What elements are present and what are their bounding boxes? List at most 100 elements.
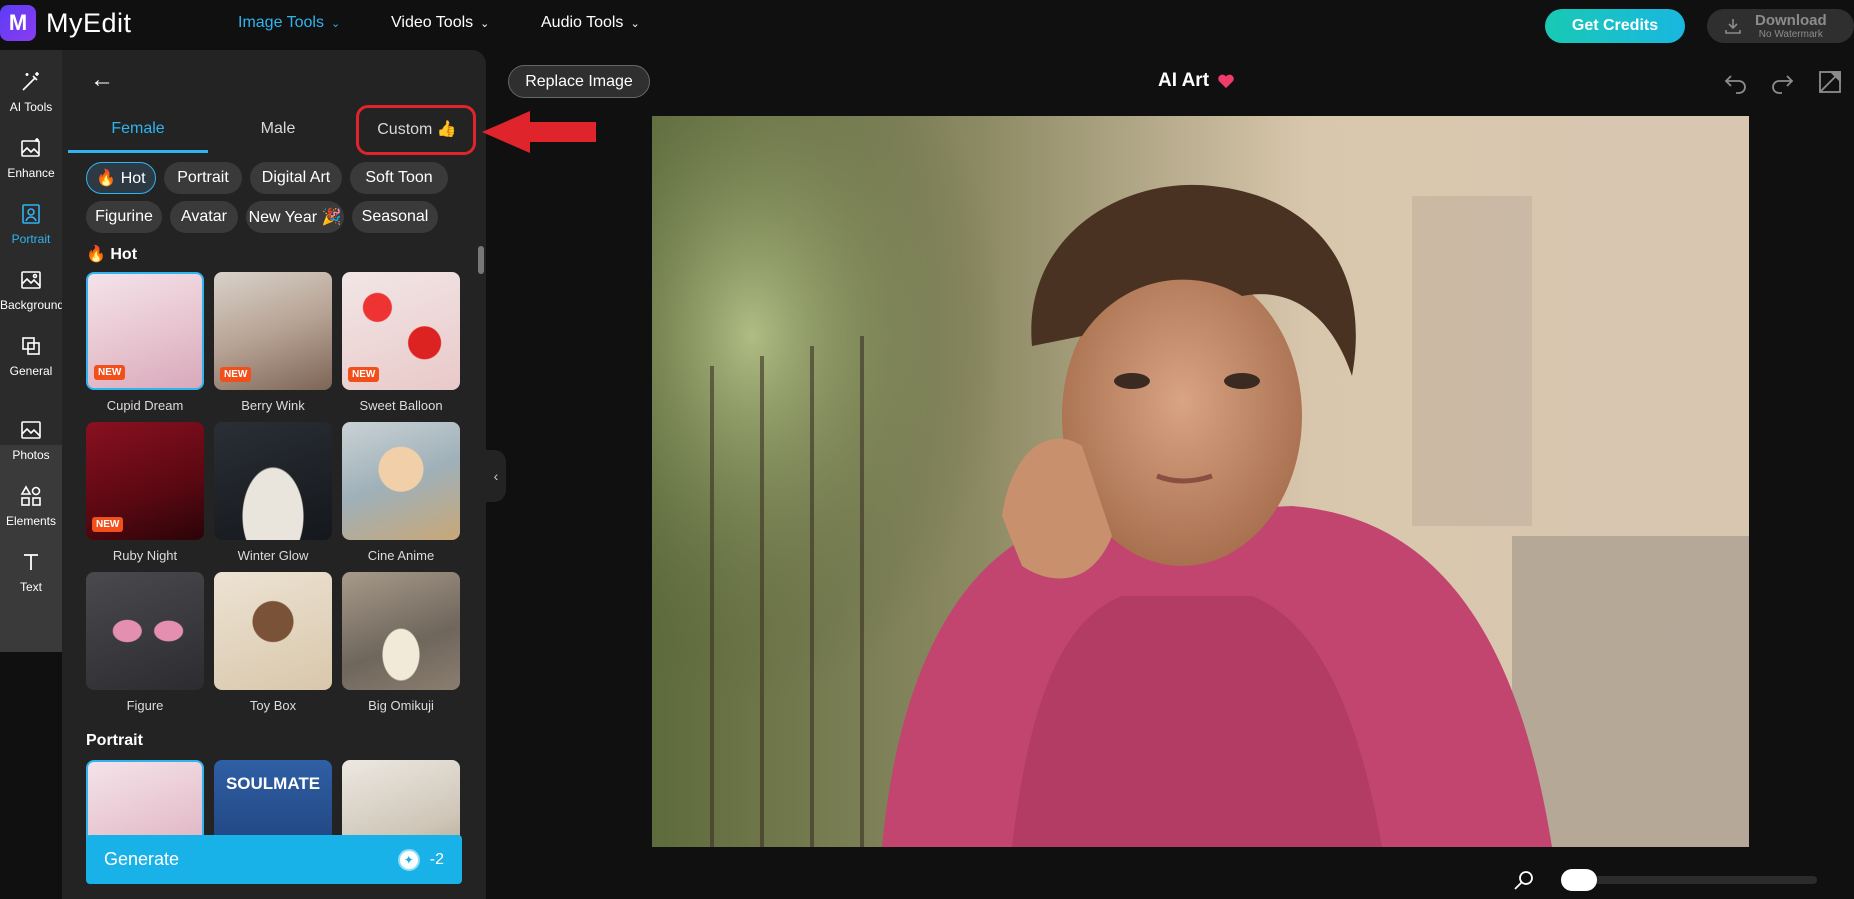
chip-avatar[interactable]: Avatar: [170, 201, 238, 233]
style-thumbnail: NEW: [86, 272, 204, 390]
tool-background-label: Background: [0, 298, 65, 312]
style-card[interactable]: Cine Anime: [342, 422, 460, 563]
tool-elements-label: Elements: [5, 514, 57, 528]
style-card[interactable]: Winter Glow: [214, 422, 332, 563]
style-label: Ruby Night: [112, 548, 178, 563]
logo-mark: M: [0, 5, 36, 41]
toolbar-editor-group: [0, 445, 62, 652]
style-thumbnail: [214, 422, 332, 540]
style-thumbnail: [342, 422, 460, 540]
style-thumbnail: [86, 572, 204, 690]
tool-text[interactable]: Text: [0, 550, 62, 594]
chip-figurine[interactable]: Figurine: [86, 201, 162, 233]
tool-photos[interactable]: Photos: [0, 418, 62, 462]
style-thumbnail: NEW: [214, 272, 332, 390]
download-sublabel: No Watermark: [1758, 28, 1823, 40]
tool-text-label: Text: [19, 580, 42, 594]
magic-wand-icon: [22, 72, 39, 91]
get-credits-button[interactable]: Get Credits: [1545, 9, 1685, 43]
tab-female[interactable]: Female: [68, 104, 208, 154]
nav-video-tools-label: Video Tools: [391, 14, 474, 31]
section-title-hot: 🔥 Hot: [86, 246, 138, 263]
style-card[interactable]: Figure: [86, 572, 204, 713]
heart-arrow-icon: [1218, 74, 1234, 89]
chevron-left-icon: ‹: [493, 468, 499, 484]
app-logo[interactable]: M MyEdit: [0, 5, 132, 41]
tool-ai-tools[interactable]: AI Tools: [0, 70, 62, 114]
style-card[interactable]: Big Omikuji: [342, 572, 460, 713]
shapes-icon: [20, 485, 41, 506]
nav-audio-tools[interactable]: Audio Tools ⌄: [541, 14, 640, 32]
zoom-search-icon[interactable]: [1512, 868, 1536, 892]
credit-coin-icon: ✦: [397, 848, 420, 871]
style-label: Sweet Balloon: [359, 398, 443, 413]
chip-new-year[interactable]: New Year 🎉: [246, 201, 344, 233]
collapse-panel-button[interactable]: ‹: [486, 450, 506, 502]
top-bar: M MyEdit Image Tools ⌄ Video Tools ⌄ Aud…: [0, 0, 1854, 50]
download-button[interactable]: Download No Watermark: [1707, 9, 1854, 43]
panel-scrollbar[interactable]: [478, 246, 484, 274]
tool-photos-label: Photos: [12, 448, 50, 462]
nav-image-tools[interactable]: Image Tools ⌄: [238, 14, 340, 32]
tool-enhance[interactable]: Enhance: [0, 136, 62, 180]
chip-digital-art[interactable]: Digital Art: [250, 162, 342, 194]
text-icon: [24, 554, 38, 570]
tool-general[interactable]: General: [0, 334, 62, 378]
nav-video-tools[interactable]: Video Tools ⌄: [391, 14, 489, 32]
undo-icon[interactable]: [1722, 68, 1750, 96]
chevron-down-icon: ⌄: [330, 17, 341, 30]
style-thumbnail: [342, 572, 460, 690]
style-card[interactable]: Toy Box: [214, 572, 332, 713]
new-badge: NEW: [220, 367, 252, 382]
download-icon: [1725, 19, 1741, 34]
style-label: Cine Anime: [367, 548, 435, 563]
background-icon: [21, 271, 41, 289]
portrait-icon: [22, 204, 40, 224]
generate-cost-value: -2: [429, 850, 444, 868]
chip-seasonal[interactable]: Seasonal: [352, 201, 438, 233]
tool-background[interactable]: Background: [0, 268, 65, 312]
new-badge: NEW: [94, 365, 126, 380]
style-label: Figure: [126, 698, 164, 713]
chip-portrait[interactable]: Portrait: [164, 162, 242, 194]
canvas-image[interactable]: [652, 116, 1749, 847]
app-name: MyEdit: [46, 7, 132, 38]
style-label: Toy Box: [249, 698, 297, 713]
generate-button[interactable]: Generate ✦ -2: [86, 835, 462, 884]
custom-tab-highlight: [356, 105, 476, 155]
chevron-down-icon: ⌄: [480, 17, 490, 30]
tab-male[interactable]: Male: [208, 104, 348, 154]
style-card[interactable]: NEW Cupid Dream: [86, 272, 204, 413]
redo-icon[interactable]: [1768, 68, 1796, 96]
tool-portrait-label: Portrait: [11, 232, 51, 246]
back-arrow-icon[interactable]: ←: [90, 66, 114, 94]
zoom-slider-handle[interactable]: [1561, 869, 1597, 891]
style-label: Cupid Dream: [106, 398, 184, 413]
section-title-portrait: Portrait: [86, 732, 143, 749]
tool-ai-tools-label: AI Tools: [9, 100, 53, 114]
compare-icon[interactable]: [1816, 68, 1844, 96]
layers-icon: [22, 337, 40, 355]
style-label: Winter Glow: [237, 548, 309, 563]
nav-audio-tools-label: Audio Tools: [541, 14, 624, 31]
style-card[interactable]: NEW Sweet Balloon: [342, 272, 460, 413]
chip-soft-toon[interactable]: Soft Toon: [350, 162, 448, 194]
style-thumbnail: [214, 572, 332, 690]
active-tab-indicator: [68, 150, 208, 153]
new-badge: NEW: [348, 367, 380, 382]
tool-portrait[interactable]: Portrait: [0, 202, 62, 246]
photos-icon: [21, 421, 41, 439]
canvas-title: AI Art: [1158, 70, 1235, 92]
style-thumbnail: NEW: [86, 422, 204, 540]
tool-elements[interactable]: Elements: [0, 484, 62, 528]
style-card[interactable]: NEW Ruby Night: [86, 422, 204, 563]
chip-hot[interactable]: 🔥 Hot: [86, 162, 156, 194]
download-label: Download: [1755, 11, 1827, 29]
style-thumbnail: NEW: [342, 272, 460, 390]
replace-image-button[interactable]: Replace Image: [508, 65, 650, 98]
style-card[interactable]: NEW Berry Wink: [214, 272, 332, 413]
zoom-slider-track[interactable]: [1565, 876, 1817, 884]
nav-image-tools-label: Image Tools: [238, 14, 324, 31]
generate-cost: ✦ -2: [397, 848, 444, 871]
generate-label: Generate: [104, 849, 180, 869]
